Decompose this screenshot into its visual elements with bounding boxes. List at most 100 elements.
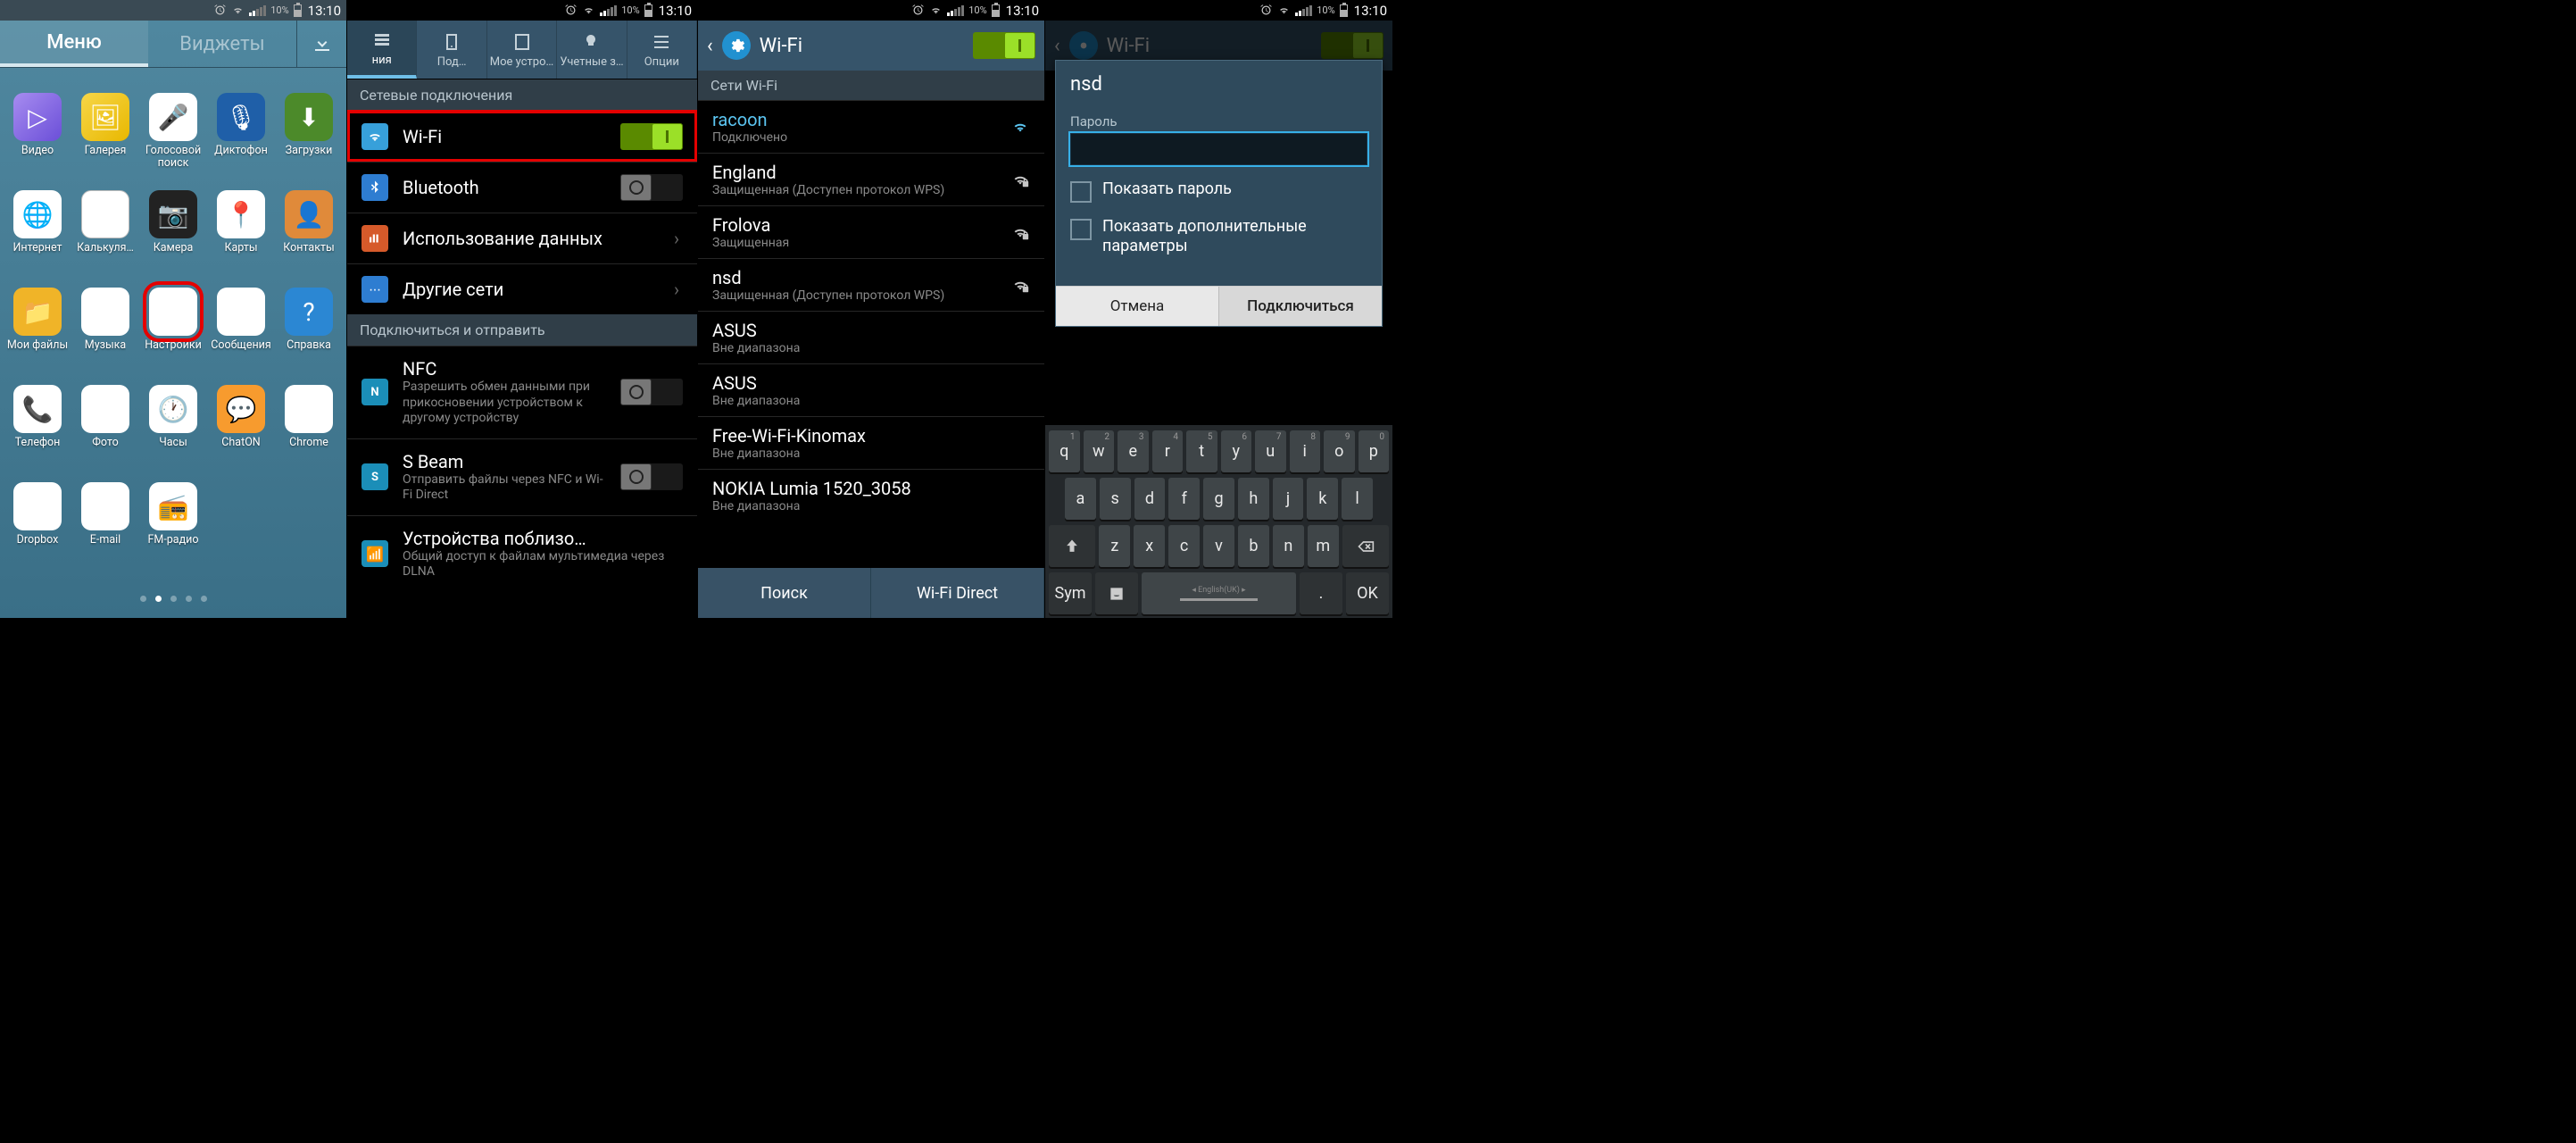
cancel-button[interactable]: Отмена xyxy=(1056,287,1219,326)
wifi-net-Frolova[interactable]: Frolova Защищенная xyxy=(698,205,1044,258)
app-диктофон[interactable]: 🎙 Диктофон xyxy=(209,93,273,170)
settings-tab-2[interactable]: Мое устро… xyxy=(487,21,557,79)
back-button[interactable]: ‹ xyxy=(707,35,713,57)
app-label: Фото xyxy=(92,437,119,462)
app-label: Сообщения xyxy=(211,339,271,364)
app-часы[interactable]: 🕐 Часы xyxy=(141,385,205,462)
app-видео[interactable]: ▷ Видео xyxy=(5,93,70,170)
key-x[interactable]: x xyxy=(1134,525,1165,567)
app-фото[interactable]: ✦ Фото xyxy=(73,385,137,462)
wifi-net-England[interactable]: England Защищенная (Доступен протокол WP… xyxy=(698,153,1044,205)
key-f[interactable]: f xyxy=(1168,478,1200,520)
key-i[interactable]: i xyxy=(1290,430,1321,472)
key-shift[interactable] xyxy=(1049,525,1095,567)
app-интернет[interactable]: 🌐 Интернет xyxy=(5,190,70,267)
key-emoji[interactable] xyxy=(1095,572,1138,614)
wifi-net-ASUS[interactable]: ASUS Вне диапазона xyxy=(698,363,1044,416)
app-справка[interactable]: ? Справка xyxy=(277,288,341,364)
app-dropbox[interactable]: ⬢ Dropbox xyxy=(5,482,70,559)
wifi-master-toggle[interactable] xyxy=(1321,32,1384,59)
app-сообщения[interactable]: ✉ Сообщения xyxy=(209,288,273,364)
app-калькуля…[interactable]: ⌨ Калькуля… xyxy=(73,190,137,267)
app-chaton[interactable]: 💬 ChatON xyxy=(209,385,273,462)
row-nfc[interactable]: N NFCРазрешить обмен данными при прикосн… xyxy=(347,346,697,438)
key-r[interactable]: r xyxy=(1152,430,1184,472)
key-space[interactable]: ◂ English(UK) ▸ xyxy=(1142,572,1296,614)
app-голосовой-поиск[interactable]: 🎤 Голосовой поиск xyxy=(141,93,205,170)
wifi-net-NOKIA Lumia 1520_3058[interactable]: NOKIA Lumia 1520_3058 Вне диапазона xyxy=(698,469,1044,521)
app-загрузки[interactable]: ⬇ Загрузки xyxy=(277,93,341,170)
key-h[interactable]: h xyxy=(1238,478,1269,520)
key-backspace[interactable] xyxy=(1342,525,1389,567)
row-sbeam[interactable]: S S BeamОтправить файлы через NFC и Wi-F… xyxy=(347,438,697,515)
wifi-net-nsd[interactable]: nsd Защищенная (Доступен протокол WPS) xyxy=(698,258,1044,311)
key-s[interactable]: s xyxy=(1100,478,1131,520)
settings-tab-4[interactable]: Опции xyxy=(627,21,697,79)
key-c[interactable]: c xyxy=(1168,525,1200,567)
key-a[interactable]: a xyxy=(1065,478,1096,520)
key-m[interactable]: m xyxy=(1308,525,1339,567)
key-p[interactable]: p xyxy=(1359,430,1390,472)
sbeam-toggle[interactable] xyxy=(620,463,683,490)
keyboard: qwertyuiop asdfghjkl zxcvbnm Sym ◂ Engli… xyxy=(1045,425,1392,618)
bluetooth-toggle[interactable] xyxy=(620,174,683,201)
back-button[interactable]: ‹ xyxy=(1054,35,1060,57)
wifi-master-toggle[interactable] xyxy=(973,32,1035,59)
wifi-net-ASUS[interactable]: ASUS Вне диапазона xyxy=(698,311,1044,363)
key-y[interactable]: y xyxy=(1221,430,1252,472)
key-sym[interactable]: Sym xyxy=(1049,572,1092,614)
row-bluetooth[interactable]: Bluetooth xyxy=(347,162,697,213)
key-t[interactable]: t xyxy=(1186,430,1217,472)
row-nearby[interactable]: 📶 Устройства поблизо…Общий доступ к файл… xyxy=(347,515,697,592)
tab-widgets[interactable]: Виджеты xyxy=(148,21,296,67)
search-button[interactable]: Поиск xyxy=(698,568,871,618)
wifi-net-Free-Wi-Fi-Kinomax[interactable]: Free-Wi-Fi-Kinomax Вне диапазона xyxy=(698,416,1044,469)
key-k[interactable]: k xyxy=(1307,478,1338,520)
row-wifi[interactable]: Wi-Fi xyxy=(347,111,697,162)
key-o[interactable]: o xyxy=(1324,430,1355,472)
settings-tab-3[interactable]: Учетные з… xyxy=(557,21,627,79)
download-button[interactable] xyxy=(296,21,346,67)
key-v[interactable]: v xyxy=(1203,525,1234,567)
key-u[interactable]: u xyxy=(1255,430,1286,472)
app-icon: ? xyxy=(285,288,333,336)
app-галерея[interactable]: 🖼 Галерея xyxy=(73,93,137,170)
key-e[interactable]: e xyxy=(1118,430,1149,472)
key-j[interactable]: j xyxy=(1273,478,1304,520)
app-fm-радио[interactable]: 📻 FM-радио xyxy=(141,482,205,559)
app-телефон[interactable]: 📞 Телефон xyxy=(5,385,70,462)
key-d[interactable]: d xyxy=(1134,478,1166,520)
app-мои-файлы[interactable]: 📁 Мои файлы xyxy=(5,288,70,364)
settings-tab-1[interactable]: Под… xyxy=(417,21,486,79)
key-period[interactable]: . xyxy=(1300,572,1342,614)
row-data-usage[interactable]: Использование данных › xyxy=(347,213,697,263)
app-музыка[interactable]: ▶ Музыка xyxy=(73,288,137,364)
key-l[interactable]: l xyxy=(1342,478,1373,520)
key-z[interactable]: z xyxy=(1099,525,1130,567)
page-title: Wi-Fi xyxy=(760,35,964,57)
key-n[interactable]: n xyxy=(1273,525,1304,567)
app-карты[interactable]: 📍 Карты xyxy=(209,190,273,267)
connect-button[interactable]: Подключиться xyxy=(1219,287,1382,326)
key-q[interactable]: q xyxy=(1049,430,1080,472)
app-e-mail[interactable]: ✉ E-mail xyxy=(73,482,137,559)
app-контакты[interactable]: 👤 Контакты xyxy=(277,190,341,267)
wifi-net-racoon[interactable]: racoon Подключено xyxy=(698,100,1044,153)
tab-menu[interactable]: Меню xyxy=(0,21,148,67)
nfc-toggle[interactable] xyxy=(620,379,683,405)
key-b[interactable]: b xyxy=(1238,525,1269,567)
password-input[interactable] xyxy=(1070,133,1367,165)
key-g[interactable]: g xyxy=(1203,478,1234,520)
advanced-checkbox[interactable]: Показать дополнительные параметры xyxy=(1070,217,1367,255)
row-other-nets[interactable]: ∙∙∙ Другие сети › xyxy=(347,263,697,314)
wifi-direct-button[interactable]: Wi-Fi Direct xyxy=(871,568,1044,618)
wifi-toggle[interactable] xyxy=(620,123,683,150)
show-password-checkbox[interactable]: Показать пароль xyxy=(1070,179,1367,203)
app-камера[interactable]: 📷 Камера xyxy=(141,190,205,267)
app-настройки[interactable]: ⚙ Настройки xyxy=(141,288,205,364)
settings-tab-0[interactable]: ния xyxy=(347,21,417,79)
app-chrome[interactable]: ◉ Chrome xyxy=(277,385,341,462)
alarm-icon xyxy=(213,4,227,17)
key-ok[interactable]: OK xyxy=(1346,572,1389,614)
key-w[interactable]: w xyxy=(1084,430,1115,472)
